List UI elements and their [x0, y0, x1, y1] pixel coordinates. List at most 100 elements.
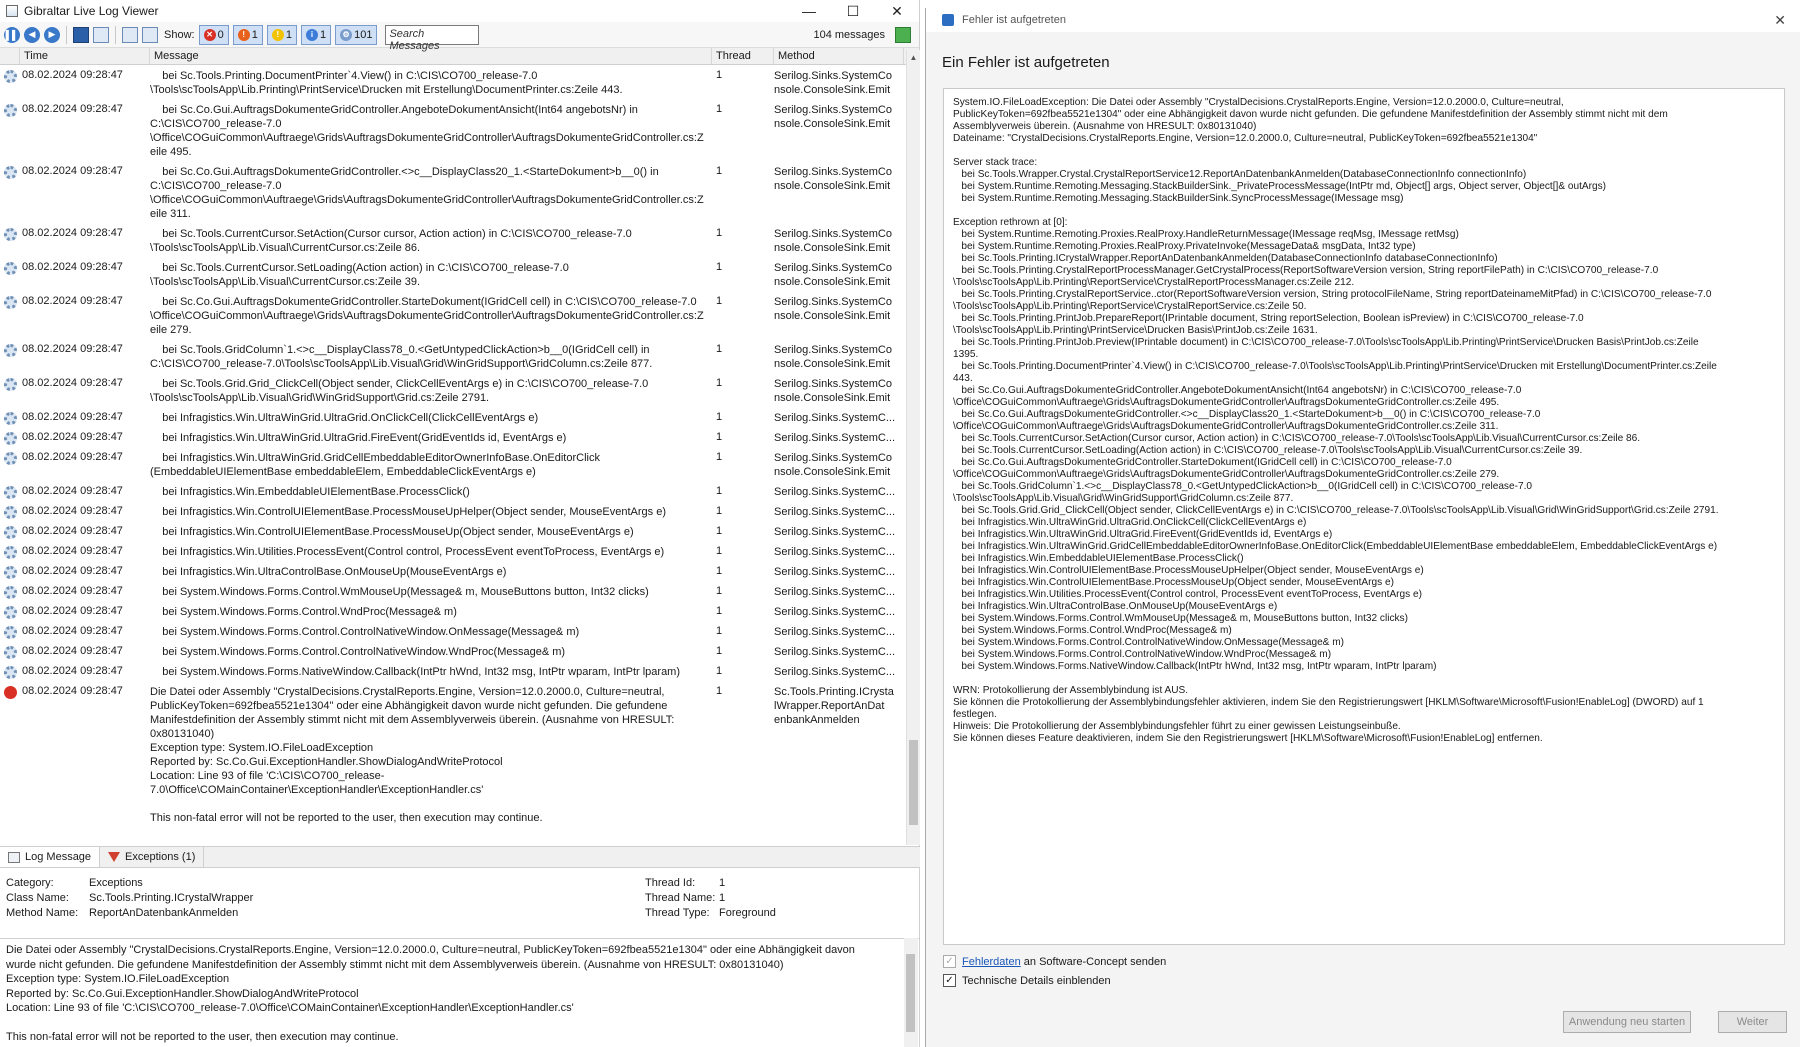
cell-method: Serilog.Sinks.SystemC...	[774, 546, 896, 558]
table-row[interactable]: 08.02.2024 09:28:47 bei Sc.Tools.Printin…	[0, 66, 906, 100]
cell-method: Serilog.Sinks.SystemC...	[774, 412, 896, 424]
verbose-icon	[3, 296, 17, 309]
category-value: Exceptions	[89, 877, 143, 889]
cell-method: Serilog.Sinks.SystemC...	[774, 586, 896, 598]
level-information-toggle[interactable]: i1	[300, 24, 332, 45]
table-row[interactable]: 08.02.2024 09:28:47 bei Infragistics.Win…	[0, 428, 906, 448]
column-header-thread[interactable]: Thread	[712, 48, 774, 64]
cell-message: bei Sc.Tools.Printing.DocumentPrinter`4.…	[150, 70, 623, 96]
tab-exceptions[interactable]: Exceptions (1)	[100, 847, 205, 867]
cell-time: 08.02.2024 09:28:47	[22, 505, 123, 517]
cell-time: 08.02.2024 09:28:47	[22, 451, 123, 463]
technical-details-text[interactable]: System.IO.FileLoadException: Die Datei o…	[943, 88, 1785, 945]
table-row[interactable]: 08.02.2024 09:28:47 bei System.Windows.F…	[0, 602, 906, 622]
cell-method: Serilog.Sinks.SystemCo nsole.ConsoleSink…	[774, 228, 892, 254]
send-error-data-checkbox[interactable]: ✓ Fehlerdaten an Software-Concept senden	[943, 955, 1166, 968]
verbose-icon	[3, 166, 17, 179]
close-icon[interactable]: ✕	[1774, 12, 1786, 29]
cell-message: bei Sc.Co.Gui.AuftragsDokumenteGridContr…	[150, 104, 704, 158]
grid-scrollbar[interactable]: ▲	[906, 50, 920, 845]
close-button[interactable]: ✕	[875, 0, 919, 22]
text-panel-scrollbar[interactable]	[904, 938, 918, 1047]
tab-log-message[interactable]: Log Message	[0, 847, 101, 867]
search-input[interactable]: Search Messages	[385, 24, 480, 52]
details-view-icon[interactable]	[122, 26, 138, 43]
forward-icon[interactable]: ▶	[44, 26, 60, 43]
cell-time: 08.02.2024 09:28:47	[22, 485, 123, 497]
verbose-icon	[3, 452, 17, 465]
cell-time: 08.02.2024 09:28:47	[22, 645, 123, 657]
filter-view-icon[interactable]	[142, 26, 158, 43]
cell-thread: 1	[716, 585, 723, 597]
table-row[interactable]: 08.02.2024 09:28:47 bei Sc.Co.Gui.Auftra…	[0, 100, 906, 162]
checkbox-icon: ✓	[943, 955, 956, 968]
table-row[interactable]: 08.02.2024 09:28:47 bei Infragistics.Win…	[0, 502, 906, 522]
table-row[interactable]: 08.02.2024 09:28:47 bei Infragistics.Win…	[0, 562, 906, 582]
table-row[interactable]: 08.02.2024 09:28:47 bei Infragistics.Win…	[0, 542, 906, 562]
table-row[interactable]: 08.02.2024 09:28:47 bei Sc.Tools.Grid.Gr…	[0, 374, 906, 408]
scroll-up-icon[interactable]: ▲	[907, 50, 920, 64]
column-header-time[interactable]: Time	[20, 48, 150, 64]
scroll-thumb[interactable]	[909, 740, 918, 825]
pause-icon[interactable]: ▌▌	[4, 26, 20, 43]
message-text-panel[interactable]: Die Datei oder Assembly "CrystalDecision…	[0, 938, 920, 1047]
show-details-checkbox[interactable]: ✓ Technische Details einblenden	[943, 974, 1111, 987]
cell-time: 08.02.2024 09:28:47	[22, 545, 123, 557]
table-row[interactable]: 08.02.2024 09:28:47 bei Sc.Tools.GridCol…	[0, 340, 906, 374]
auto-scroll-icon[interactable]	[895, 26, 911, 43]
back-icon[interactable]: ◀	[24, 26, 40, 43]
level-critical-toggle[interactable]: ✕ 0	[198, 24, 229, 45]
cell-thread: 1	[716, 605, 723, 617]
column-header-method[interactable]: Method	[774, 48, 904, 64]
error-data-link[interactable]: Fehlerdaten	[962, 956, 1021, 968]
cell-message: bei Sc.Tools.Grid.Grid_ClickCell(Object …	[150, 378, 649, 404]
cell-thread: 1	[716, 525, 723, 537]
cell-message: bei Sc.Co.Gui.AuftragsDokumenteGridContr…	[150, 296, 704, 336]
table-row[interactable]: 08.02.2024 09:28:47 bei Infragistics.Win…	[0, 482, 906, 502]
log-viewer-window: Gibraltar Live Log Viewer — ☐ ✕ ▌▌ ◀ ▶ S…	[0, 0, 920, 1047]
maximize-button[interactable]: ☐	[831, 0, 875, 22]
restart-app-button[interactable]: Anwendung neu starten	[1563, 1011, 1691, 1033]
cell-time: 08.02.2024 09:28:47	[22, 605, 123, 617]
level-verbose-toggle[interactable]: ⚙ 101	[335, 24, 378, 45]
table-row[interactable]: 08.02.2024 09:28:47 bei Sc.Tools.Current…	[0, 224, 906, 258]
verbose-icon	[3, 228, 17, 241]
cell-message: bei Sc.Co.Gui.AuftragsDokumenteGridContr…	[150, 166, 704, 220]
cell-message: bei System.Windows.Forms.Control.WndProc…	[150, 606, 457, 618]
cell-message: bei System.Windows.Forms.Control.WmMouse…	[150, 586, 649, 598]
cell-time: 08.02.2024 09:28:47	[22, 685, 123, 697]
cell-message: bei Infragistics.Win.EmbeddableUIElement…	[150, 486, 470, 498]
continue-button[interactable]: Weiter	[1718, 1011, 1787, 1033]
cell-message: bei Infragistics.Win.UltraControlBase.On…	[150, 566, 507, 578]
cell-method: Serilog.Sinks.SystemC...	[774, 606, 896, 618]
table-row[interactable]: 08.02.2024 09:28:47 bei Sc.Co.Gui.Auftra…	[0, 292, 906, 340]
cell-method: Serilog.Sinks.SystemC...	[774, 506, 896, 518]
cell-thread: 1	[716, 165, 723, 177]
table-row[interactable]: 08.02.2024 09:28:47 Die Datei oder Assemb…	[0, 682, 906, 828]
table-row[interactable]: 08.02.2024 09:28:47 bei System.Windows.F…	[0, 642, 906, 662]
level-warning-toggle[interactable]: ! 1	[266, 24, 297, 45]
cell-method: Sc.Tools.Printing.ICrysta lWrapper.Repor…	[774, 686, 894, 726]
table-row[interactable]: 08.02.2024 09:28:47 bei Infragistics.Win…	[0, 448, 906, 482]
column-header-message[interactable]: Message	[150, 48, 712, 64]
dialog-title: Fehler ist aufgetreten	[962, 14, 1066, 26]
verbose-icon	[3, 262, 17, 275]
table-row[interactable]: 08.02.2024 09:28:47 bei Sc.Co.Gui.Auftra…	[0, 162, 906, 224]
verbose-icon	[3, 626, 17, 639]
table-row[interactable]: 08.02.2024 09:28:47 bei System.Windows.F…	[0, 622, 906, 642]
save-icon[interactable]	[73, 26, 89, 43]
cell-method: Serilog.Sinks.SystemCo nsole.ConsoleSink…	[774, 262, 892, 288]
level-error-toggle[interactable]: ! 1	[232, 24, 263, 45]
table-row[interactable]: 08.02.2024 09:28:47 bei System.Windows.F…	[0, 662, 906, 682]
cell-time: 08.02.2024 09:28:47	[22, 585, 123, 597]
cell-time: 08.02.2024 09:28:47	[22, 411, 123, 423]
verbose-icon	[3, 378, 17, 391]
minimize-button[interactable]: —	[787, 0, 831, 22]
copy-icon[interactable]	[93, 26, 109, 43]
table-row[interactable]: 08.02.2024 09:28:47 bei Infragistics.Win…	[0, 522, 906, 542]
table-row[interactable]: 08.02.2024 09:28:47 bei System.Windows.F…	[0, 582, 906, 602]
cell-method: Serilog.Sinks.SystemCo nsole.ConsoleSink…	[774, 166, 892, 192]
verbose-icon	[3, 506, 17, 519]
table-row[interactable]: 08.02.2024 09:28:47 bei Infragistics.Win…	[0, 408, 906, 428]
table-row[interactable]: 08.02.2024 09:28:47 bei Sc.Tools.Current…	[0, 258, 906, 292]
